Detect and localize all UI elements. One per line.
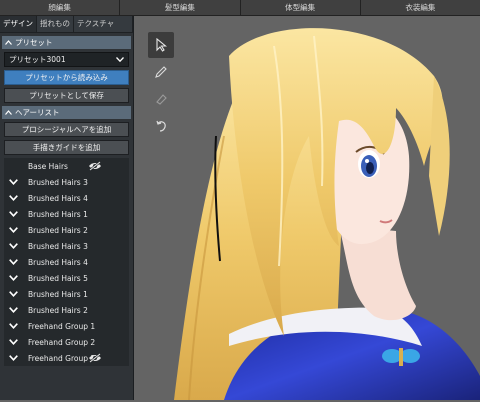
- subtab-texture[interactable]: テクスチャ: [74, 16, 133, 32]
- tab-face-edit[interactable]: 顔編集: [0, 0, 121, 15]
- hair-list-section-header[interactable]: ヘアーリスト: [2, 106, 131, 119]
- tool-bar: [148, 32, 176, 150]
- hair-list-item-label: Brushed Hairs 1: [28, 289, 88, 299]
- tab-body-edit[interactable]: 体型編集: [240, 0, 361, 15]
- preset-select[interactable]: プリセット3001: [4, 52, 129, 67]
- hair-list: Base Hairs Brushed Hairs 3 Brushed Hairs 4…: [4, 158, 129, 366]
- eye-highlight: [365, 159, 369, 163]
- hair-list-item[interactable]: Freehand Group 3: [4, 350, 129, 366]
- tab-hair-edit[interactable]: 髪型編集: [120, 0, 241, 15]
- chevron-down-icon[interactable]: [8, 227, 18, 233]
- hair-list-item[interactable]: Brushed Hairs 1: [4, 286, 129, 302]
- hair-list-item[interactable]: Brushed Hairs 2: [4, 302, 129, 318]
- top-tab-bar: 顔編集 髪型編集 体型編集 衣装編集: [0, 0, 480, 16]
- tab-costume-edit[interactable]: 衣装編集: [360, 0, 480, 15]
- pen-icon[interactable]: [148, 59, 174, 85]
- save-preset-button[interactable]: プリセットとして保存: [4, 88, 129, 103]
- chevron-down-icon[interactable]: [8, 307, 18, 313]
- hair-list-item-label: Brushed Hairs 4: [28, 257, 88, 267]
- hair-list-item-label: Brushed Hairs 3: [28, 177, 88, 187]
- chevron-down-icon[interactable]: [8, 179, 18, 185]
- chevron-up-icon: [5, 39, 15, 47]
- subtab-design[interactable]: デザイン: [0, 16, 37, 32]
- eye-hidden-icon[interactable]: [88, 161, 102, 171]
- chevron-down-icon[interactable]: [8, 211, 18, 217]
- hair-list-item[interactable]: Brushed Hairs 3: [4, 238, 129, 254]
- add-hand-drawn-guide-button[interactable]: 手描きガイドを追加: [4, 140, 129, 155]
- subtab-sway[interactable]: 揺れもの: [37, 16, 74, 32]
- hair-list-section-title: ヘアーリスト: [15, 108, 60, 117]
- chevron-down-icon: [116, 55, 124, 64]
- hair-list-item-label: Brushed Hairs 4: [28, 193, 88, 203]
- hair-list-item[interactable]: Brushed Hairs 4: [4, 190, 129, 206]
- rotate-icon[interactable]: [148, 113, 174, 139]
- chevron-up-icon: [5, 109, 15, 117]
- hair-list-item[interactable]: Freehand Group 2: [4, 334, 129, 350]
- hair-list-item-label: Brushed Hairs 5: [28, 273, 88, 283]
- hair-list-item[interactable]: Brushed Hairs 4: [4, 254, 129, 270]
- hair-list-item-label: Freehand Group 3: [28, 353, 96, 363]
- chevron-down-icon[interactable]: [8, 339, 18, 345]
- hair-list-item-label: Freehand Group 1: [28, 321, 96, 331]
- chevron-down-icon[interactable]: [8, 259, 18, 265]
- chevron-down-icon[interactable]: [8, 355, 18, 361]
- chevron-down-icon[interactable]: [8, 195, 18, 201]
- hair-list-item-label: Base Hairs: [28, 161, 68, 171]
- hair-list-item[interactable]: Brushed Hairs 3: [4, 174, 129, 190]
- chevron-down-icon[interactable]: [8, 243, 18, 249]
- hair-list-item[interactable]: Brushed Hairs 5: [4, 270, 129, 286]
- 3d-viewport[interactable]: [134, 16, 480, 401]
- hair-list-item-label: Brushed Hairs 2: [28, 225, 88, 235]
- hair-list-item-label: Freehand Group 2: [28, 337, 96, 347]
- preset-section-title: プリセット: [15, 38, 53, 47]
- preset-select-value: プリセット3001: [9, 55, 66, 64]
- hair-list-item[interactable]: Brushed Hairs 2: [4, 222, 129, 238]
- chevron-down-icon[interactable]: [8, 275, 18, 281]
- chevron-down-icon[interactable]: [8, 291, 18, 297]
- preset-section-header[interactable]: プリセット: [2, 36, 131, 49]
- select-pointer-icon[interactable]: [148, 32, 174, 58]
- add-procedural-hair-button[interactable]: プロシージャルヘアを追加: [4, 122, 129, 137]
- eye-pupil: [366, 162, 374, 174]
- chevron-down-icon[interactable]: [8, 323, 18, 329]
- eye-hidden-icon[interactable]: [88, 353, 102, 363]
- sub-tab-bar: デザイン 揺れもの テクスチャ: [0, 16, 133, 33]
- hair-list-item[interactable]: Freehand Group 1: [4, 318, 129, 334]
- character-render: [174, 28, 480, 401]
- hair-list-item-label: Brushed Hairs 3: [28, 241, 88, 251]
- eraser-icon[interactable]: [148, 86, 174, 112]
- hair-list-item[interactable]: Base Hairs: [4, 158, 129, 174]
- hair-list-item-label: Brushed Hairs 1: [28, 209, 88, 219]
- hair-list-item-label: Brushed Hairs 2: [28, 305, 88, 315]
- left-panel: デザイン 揺れもの テクスチャ プリセット プリセット3001 プリセットから読…: [0, 16, 134, 400]
- load-preset-button[interactable]: プリセットから読み込み: [4, 70, 129, 85]
- hair-list-item[interactable]: Brushed Hairs 1: [4, 206, 129, 222]
